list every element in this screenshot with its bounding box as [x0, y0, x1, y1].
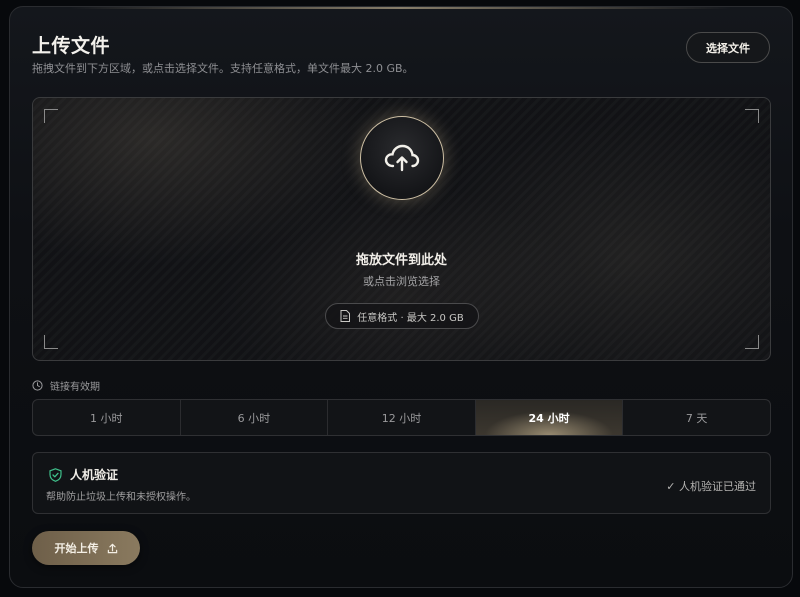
dropzone-subtitle: 或点击浏览选择 — [363, 275, 440, 288]
page-title: 上传文件 — [32, 35, 111, 57]
captcha-header: 人机验证 — [49, 466, 118, 483]
captcha-description: 帮助防止垃圾上传和未授权操作。 — [46, 492, 196, 503]
cloud-upload-icon — [384, 144, 420, 172]
corner-marker — [44, 109, 58, 123]
dropzone-title: 拖放文件到此处 — [355, 253, 447, 268]
expiry-label-text: 链接有效期 — [50, 382, 100, 393]
expiry-option-24h[interactable]: 24 小时 — [475, 400, 624, 435]
start-upload-button[interactable]: 开始上传 — [32, 531, 140, 565]
expiry-option-7d[interactable]: 7 天 — [623, 400, 770, 435]
expiry-option-12h[interactable]: 12 小时 — [328, 400, 476, 435]
upload-icon — [107, 543, 117, 553]
corner-marker — [44, 335, 58, 349]
start-upload-label: 开始上传 — [54, 542, 99, 555]
corner-marker — [745, 335, 759, 349]
choose-file-button[interactable]: 选择文件 — [686, 32, 770, 63]
captcha-panel: 人机验证 帮助防止垃圾上传和未授权操作。 ✓ 人机验证已通过 — [32, 452, 771, 514]
expiry-option-6h[interactable]: 6 小时 — [181, 400, 329, 435]
expiry-option-1h[interactable]: 1 小时 — [33, 400, 181, 435]
format-limit-text: 任意格式 · 最大 2.0 GB — [357, 312, 464, 324]
upload-card: 上传文件 拖拽文件到下方区域，或点击选择文件。支持任意格式，单文件最大 2.0 … — [9, 6, 793, 588]
expiry-selector: 1 小时 6 小时 12 小时 24 小时 7 天 — [32, 399, 771, 436]
clock-icon — [32, 380, 43, 391]
page-subtitle: 拖拽文件到下方区域，或点击选择文件。支持任意格式，单文件最大 2.0 GB。 — [32, 62, 414, 75]
file-dropzone[interactable]: 拖放文件到此处 或点击浏览选择 任意格式 · 最大 2.0 GB — [32, 97, 771, 361]
corner-marker — [745, 109, 759, 123]
expiry-label: 链接有效期 — [32, 378, 100, 393]
captcha-title: 人机验证 — [70, 468, 119, 482]
upload-circle[interactable] — [360, 116, 444, 200]
file-icon — [340, 310, 351, 322]
format-limit-badge: 任意格式 · 最大 2.0 GB — [325, 303, 479, 329]
captcha-status: ✓ 人机验证已通过 — [666, 480, 756, 493]
shield-check-icon — [49, 467, 62, 482]
